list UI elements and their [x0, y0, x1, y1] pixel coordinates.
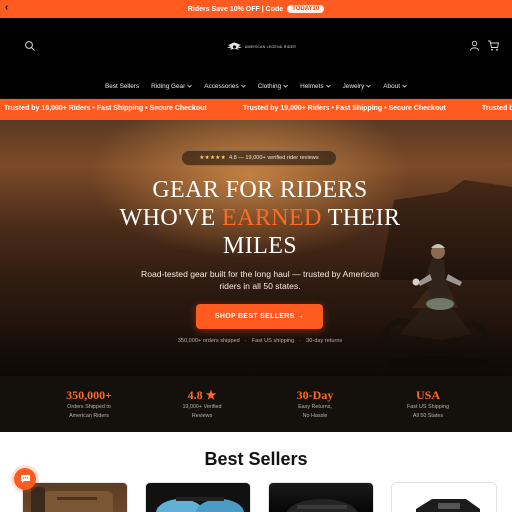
product-image: [156, 497, 244, 512]
hero-facts: 350,000+ orders shipped · Fast US shippi…: [120, 338, 400, 344]
product-card[interactable]: [268, 482, 374, 512]
nav-item-about[interactable]: About: [383, 83, 407, 90]
logo-text: AMERICAN LEGEND RIDER: [244, 45, 296, 49]
fact-returns: 30-day returns: [306, 338, 343, 344]
headline-accent: EARNED: [222, 205, 322, 231]
rating-badge: ★★★★★ 4.8 — 19,000+ verified rider revie…: [181, 150, 337, 166]
stat-value: 4.8 ★: [187, 388, 217, 402]
site-header: AMERICAN LEGEND RIDER: [0, 18, 512, 74]
announcement-bar: ‹ Riders Save 10% OFF | Code TODAY10: [0, 0, 512, 18]
eagle-logo-icon: [226, 42, 242, 50]
best-sellers-title: Best Sellers: [204, 449, 308, 469]
discount-code-badge[interactable]: TODAY10: [287, 5, 325, 13]
product-image: [416, 499, 480, 512]
stat-label: Fast US Shipping: [407, 404, 449, 410]
product-card[interactable]: [22, 482, 128, 512]
nav-item-helmets[interactable]: Helmets: [300, 82, 331, 90]
ticker-message: Trusted by 19,000+ Riders • Fast Shippin…: [243, 105, 446, 112]
stat-rating: 4.8 ★ 19,000+ Verified Reviews: [162, 388, 242, 420]
nav-item-label: Riding Gear: [151, 82, 186, 90]
stat-value: USA: [415, 388, 440, 402]
nav-item-label: Best Sellers: [105, 82, 140, 90]
main-nav: Best Sellers Riding Gear Accessories Clo…: [0, 74, 512, 98]
chat-bubble-icon: [20, 475, 30, 483]
stat-label: No Hassle: [302, 413, 328, 419]
nav-item-label: About: [383, 82, 400, 90]
stat-label: All 50 States: [412, 413, 444, 419]
stat-orders: 350,000+ Orders Shipped to American Ride…: [49, 388, 129, 420]
shop-best-sellers-button[interactable]: SHOP BEST SELLERS →: [196, 304, 323, 329]
site-logo[interactable]: AMERICAN LEGEND RIDER: [226, 37, 296, 57]
announcement-text: Riders Save 10% OFF | Code: [187, 5, 284, 13]
nav-item-clothing[interactable]: Clothing: [258, 83, 288, 90]
nav-item-riding-gear[interactable]: Riding Gear: [151, 82, 193, 90]
product-card[interactable]: [145, 482, 251, 512]
headline-line-2: WHO'VE EARNED THEIR: [90, 204, 430, 232]
chevron-down-icon: [187, 84, 193, 88]
headline-post: THEIR: [321, 205, 401, 231]
nav-item-label: Clothing: [257, 82, 282, 90]
stat-usa: USA Fast US Shipping All 50 States: [388, 388, 468, 420]
stat-returns: 30-Day Easy Returns, No Hassle: [275, 388, 355, 420]
stat-label: Reviews: [191, 413, 213, 419]
fact-orders: 350,000+ orders shipped: [177, 338, 240, 344]
product-image: [286, 499, 358, 512]
fact-separator: ·: [299, 338, 302, 344]
nav-item-accessories[interactable]: Accessories: [204, 82, 246, 90]
chat-button[interactable]: [14, 468, 36, 490]
fact-separator: ·: [244, 338, 247, 344]
hero-headline: GEAR FOR RIDERS WHO'VE EARNED THEIR MILE…: [90, 176, 430, 260]
chevron-down-icon: [240, 84, 246, 88]
best-sellers-section: Best Sellers: [0, 432, 512, 512]
headline-line-1: GEAR FOR RIDERS: [152, 177, 368, 203]
ticker-message: Trusted by 19,000+ Riders • Fast Shippin…: [4, 105, 207, 112]
star-rating-icon: ★★★★★: [199, 155, 226, 161]
chevron-down-icon: [366, 84, 372, 88]
product-image: [31, 487, 113, 512]
hero-subtitle: Road-tested gear built for the long haul…: [141, 269, 379, 291]
product-card[interactable]: [391, 482, 497, 512]
nav-item-best-sellers[interactable]: Best Sellers: [105, 83, 139, 90]
chevron-left-icon[interactable]: ‹: [5, 2, 8, 13]
stat-value: 350,000+: [66, 388, 112, 402]
nav-item-label: Helmets: [300, 82, 324, 90]
stats-bar: 350,000+ Orders Shipped to American Ride…: [0, 376, 512, 432]
stat-label: Orders Shipped to: [67, 404, 111, 410]
rating-badge-text: 4.8 — 19,000+ verified rider reviews: [228, 155, 319, 161]
chevron-down-icon: [325, 84, 331, 88]
nav-item-label: Jewelry: [342, 82, 365, 90]
chevron-down-icon: [283, 84, 288, 88]
nav-item-jewelry[interactable]: Jewelry: [343, 83, 372, 90]
stat-label: 19,000+ Verified: [182, 404, 222, 410]
ticker-message: Trusted by 19,000+ Riders • Fast Shippin…: [482, 105, 512, 112]
stat-value: 30-Day: [296, 388, 334, 402]
headline-line-3: MILES: [223, 233, 297, 259]
fact-shipping: Fast US shipping: [251, 338, 295, 344]
cart-icon[interactable]: [487, 39, 500, 52]
headline-pre: WHO'VE: [119, 205, 223, 231]
stat-label: American Riders: [69, 413, 109, 419]
trust-ticker: Trusted by 19,000+ Riders • Fast Shippin…: [0, 99, 512, 120]
stat-label: Easy Returns,: [298, 404, 332, 410]
nav-item-label: Accessories: [204, 82, 239, 90]
search-icon[interactable]: [24, 40, 36, 52]
account-icon[interactable]: [469, 40, 480, 51]
chevron-down-icon: [402, 84, 407, 88]
